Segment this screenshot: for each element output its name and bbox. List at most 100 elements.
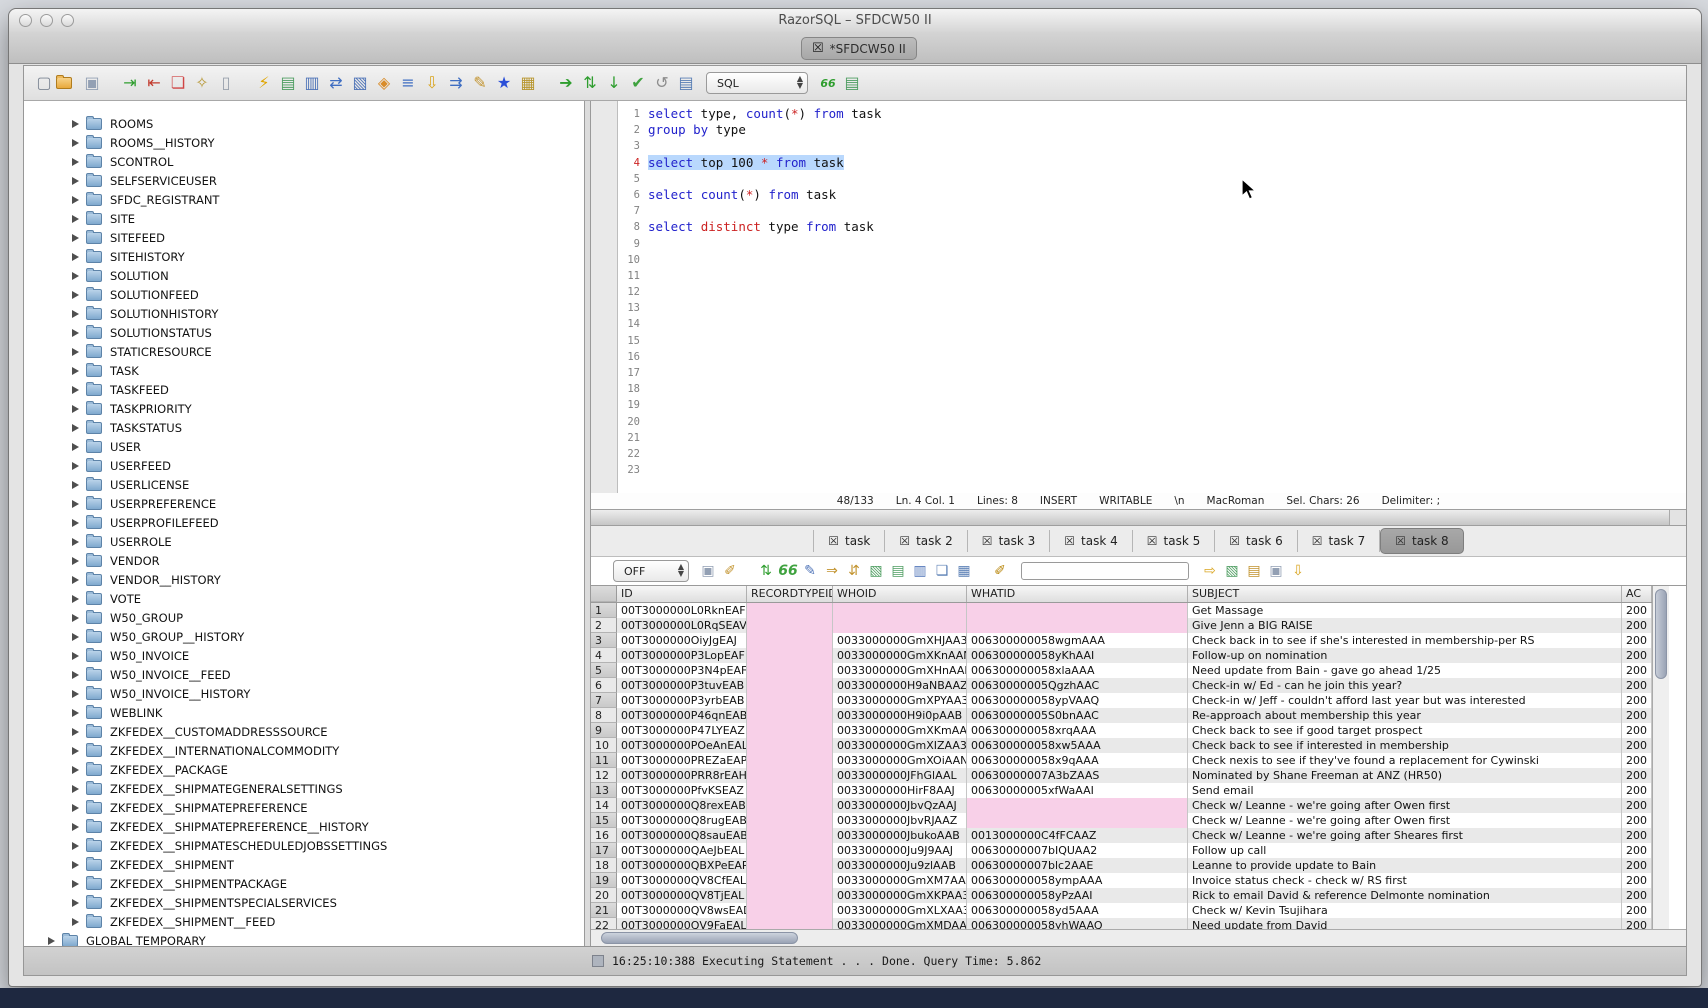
- tree-item-w50-group-history[interactable]: W50_GROUP__HISTORY: [24, 627, 584, 646]
- grid-cell[interactable]: 00T3000000QV9FaEAL: [617, 918, 747, 929]
- compare-icon[interactable]: ⇄: [324, 72, 348, 94]
- grid-cell[interactable]: [747, 678, 833, 693]
- table-row[interactable]: 1100T3000000PREZaEAP0033000000GmXOiAAN00…: [591, 753, 1652, 768]
- column-header-whatid[interactable]: WHATID: [967, 586, 1188, 602]
- table-row[interactable]: 2000T3000000QV8TjEAL0033000000GmXKPAA300…: [591, 888, 1652, 903]
- results-list-icon[interactable]: ▤: [840, 72, 864, 94]
- disclosure-triangle-icon[interactable]: [72, 690, 79, 698]
- disclosure-triangle-icon[interactable]: [72, 462, 79, 470]
- grid-cell[interactable]: 00T3000000P47LYEAZ: [617, 723, 747, 738]
- execute-sql-icon[interactable]: ⚡: [252, 72, 276, 94]
- grid-cell[interactable]: 0033000000GmXKmAAN: [833, 723, 967, 738]
- export-query-icon[interactable]: ▦: [516, 72, 540, 94]
- grid-cell[interactable]: 200: [1622, 618, 1652, 633]
- editor-line[interactable]: 14: [618, 316, 1686, 332]
- grid-cell[interactable]: 00T3000000P46qnEAB: [617, 708, 747, 723]
- grid-cell[interactable]: 006300000058ympAAA: [967, 873, 1188, 888]
- disclosure-triangle-icon[interactable]: [72, 177, 79, 185]
- grid-cell[interactable]: Get Massage: [1188, 603, 1622, 618]
- grid-cell[interactable]: 00T3000000P3N4pEAF: [617, 663, 747, 678]
- favorites-icon[interactable]: ★: [492, 72, 516, 94]
- tab-close-icon[interactable]: ☒: [828, 534, 839, 548]
- copy-table-icon[interactable]: ❏: [166, 72, 190, 94]
- editor-horizontal-scrollbar[interactable]: [591, 509, 1686, 526]
- disclosure-triangle-icon[interactable]: [72, 234, 79, 242]
- grid-cell[interactable]: [747, 723, 833, 738]
- grid-cell[interactable]: [747, 798, 833, 813]
- grid-cell[interactable]: [833, 618, 967, 633]
- grid-cell[interactable]: 00630000007blc2AAE: [967, 858, 1188, 873]
- disclosure-triangle-icon[interactable]: [72, 329, 79, 337]
- grid-cell[interactable]: 200: [1622, 693, 1652, 708]
- sql-editor[interactable]: 1select type, count(*) from task2group b…: [591, 101, 1686, 493]
- open-folder-icon[interactable]: [56, 72, 80, 94]
- grid-cell[interactable]: 00T3000000QBXPeEAP: [617, 858, 747, 873]
- editor-line[interactable]: 17: [618, 365, 1686, 381]
- autocommit-select-stepper-icon[interactable]: ▲▼: [678, 563, 684, 577]
- table-row[interactable]: 500T3000000P3N4pEAF0033000000GmXHnAAN006…: [591, 663, 1652, 678]
- grid-cell[interactable]: 200: [1622, 783, 1652, 798]
- tree-item-zkfedex-shipment[interactable]: ZKFEDEX__SHIPMENT: [24, 855, 584, 874]
- grid-cell[interactable]: [967, 798, 1188, 813]
- disclosure-triangle-icon[interactable]: [72, 500, 79, 508]
- disclosure-triangle-icon[interactable]: [72, 557, 79, 565]
- new-file-icon[interactable]: ▢: [32, 72, 56, 94]
- grid-cell[interactable]: Check w/ Leanne - we're going after Shea…: [1188, 828, 1622, 843]
- editor-line[interactable]: 12: [618, 284, 1686, 300]
- disclosure-triangle-icon[interactable]: [72, 196, 79, 204]
- table-row[interactable]: 600T3000000P3tuvEAB0033000000H9aNBAAZ006…: [591, 678, 1652, 693]
- grid-cell[interactable]: Check back in to see if she's interested…: [1188, 633, 1622, 648]
- tab-close-icon[interactable]: ☒: [1064, 534, 1075, 548]
- grid-cell[interactable]: 006300000058yPzAAI: [967, 888, 1188, 903]
- tree-item-sfdc-registrant[interactable]: SFDC_REGISTRANT: [24, 190, 584, 209]
- grid-cell[interactable]: Re-approach about membership this year: [1188, 708, 1622, 723]
- grid-cell[interactable]: 00T3000000P3tuvEAB: [617, 678, 747, 693]
- edit-generate-icon[interactable]: ▤: [1243, 561, 1265, 581]
- editor-line[interactable]: 7: [618, 203, 1686, 219]
- grid-cell[interactable]: [747, 903, 833, 918]
- grid-cell[interactable]: [747, 843, 833, 858]
- grid-cell[interactable]: 00630000005QgzhAAC: [967, 678, 1188, 693]
- sql-editor-text[interactable]: 1select type, count(*) from task2group b…: [618, 101, 1686, 493]
- grid-cell[interactable]: 200: [1622, 678, 1652, 693]
- editor-line[interactable]: 6select count(*) from task: [618, 187, 1686, 203]
- grid-cell[interactable]: Check-in w/ Jeff - couldn't afford last …: [1188, 693, 1622, 708]
- editor-line[interactable]: 13: [618, 300, 1686, 316]
- grid-cell[interactable]: 00T3000000PfvKSEAZ: [617, 783, 747, 798]
- grid-cell[interactable]: [747, 918, 833, 929]
- history-icon[interactable]: ▤: [674, 72, 698, 94]
- grid-cell[interactable]: 200: [1622, 798, 1652, 813]
- grid-vscroll-thumb[interactable]: [1655, 589, 1667, 679]
- autocommit-select[interactable]: OFF▲▼: [613, 560, 689, 582]
- grid-cell[interactable]: [747, 663, 833, 678]
- grid-cell[interactable]: 200: [1622, 723, 1652, 738]
- export-table-icon[interactable]: ⇤: [142, 72, 166, 94]
- result-tab-task-7[interactable]: ☒task 7: [1298, 530, 1380, 552]
- drop-table-icon[interactable]: ▯: [214, 72, 238, 94]
- column-header-subject[interactable]: SUBJECT: [1188, 586, 1622, 602]
- tab-close-icon[interactable]: ☒: [1312, 534, 1323, 548]
- bookmarks-icon[interactable]: ◈: [372, 72, 396, 94]
- grid-cell[interactable]: Send email: [1188, 783, 1622, 798]
- grid-cell[interactable]: 006300000058ypVAAQ: [967, 693, 1188, 708]
- grid-cell[interactable]: 006300000058xlaAAA: [967, 663, 1188, 678]
- grid-cell[interactable]: 00T3000000QV8CfEAL: [617, 873, 747, 888]
- import-table-icon[interactable]: ⇥: [118, 72, 142, 94]
- tree-item-vendor[interactable]: VENDOR: [24, 551, 584, 570]
- disclosure-triangle-icon[interactable]: [72, 766, 79, 774]
- column-header-ac[interactable]: AC: [1622, 586, 1652, 602]
- grid-cell[interactable]: Need update from Bain - gave go ahead 1/…: [1188, 663, 1622, 678]
- update-row-icon[interactable]: ⇵: [843, 561, 865, 581]
- editor-line[interactable]: 22: [618, 446, 1686, 462]
- grid-cell[interactable]: Need update from David: [1188, 918, 1622, 929]
- tree-item-w50-invoice[interactable]: W50_INVOICE: [24, 646, 584, 665]
- generate-sql-icon[interactable]: ▧: [865, 561, 887, 581]
- column-info-icon[interactable]: ▥: [909, 561, 931, 581]
- result-tab-task-6[interactable]: ☒task 6: [1215, 530, 1297, 552]
- disclosure-triangle-icon[interactable]: [72, 880, 79, 888]
- grid-cell[interactable]: 006300000058wgmAAA: [967, 633, 1188, 648]
- grid-cell[interactable]: 006300000058xw5AAA: [967, 738, 1188, 753]
- editor-line[interactable]: 4select top 100 * from task: [618, 155, 1686, 171]
- disclosure-triangle-icon[interactable]: [72, 899, 79, 907]
- rollback-icon[interactable]: ↺: [650, 72, 674, 94]
